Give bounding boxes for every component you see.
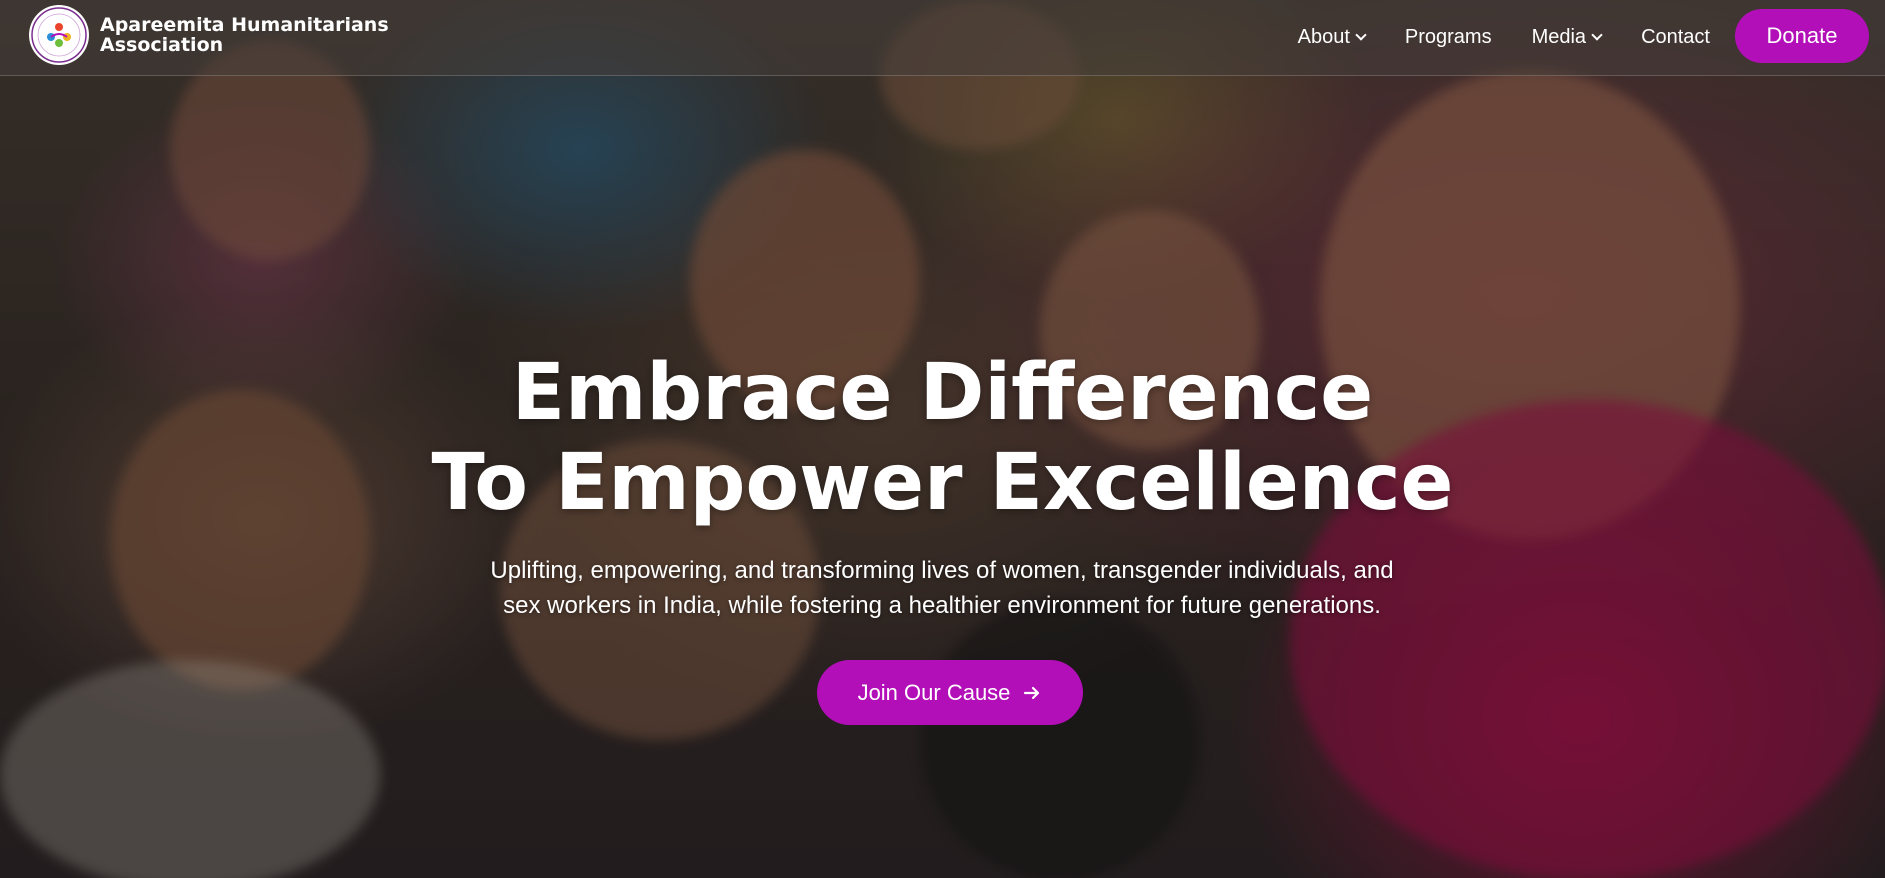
hero-subtitle-line1: Uplifting, empowering, and transforming … xyxy=(490,557,1394,584)
top-navbar: Apareemita Humanitarians Association Abo… xyxy=(0,0,1885,76)
brand-name-line1: Apareemita Humanitarians xyxy=(100,14,389,36)
hero-subtitle: Uplifting, empowering, and transforming … xyxy=(442,553,1442,623)
nav-programs-label: Programs xyxy=(1404,26,1492,48)
join-our-cause-button[interactable]: Join Our Cause xyxy=(817,660,1083,725)
nav-about-label: About xyxy=(1297,26,1350,48)
nav-media[interactable]: Media xyxy=(1531,26,1603,49)
hero-headline-line1: Embrace Difference xyxy=(511,348,1374,438)
hero-subtitle-line2: sex workers in India, while fostering a … xyxy=(503,592,1381,619)
hero-headline-line2: To Empower Excellence xyxy=(431,438,1454,528)
nav-media-label: Media xyxy=(1531,26,1587,48)
join-our-cause-label: Join Our Cause xyxy=(857,679,1011,705)
donate-button[interactable]: Donate xyxy=(1735,9,1869,63)
nav-contact[interactable]: Contact xyxy=(1641,26,1710,49)
hero-content: Embrace Difference To Empower Excellence… xyxy=(0,0,1885,878)
brand-name: Apareemita Humanitarians Association xyxy=(100,15,400,55)
nav-about[interactable]: About xyxy=(1297,26,1367,49)
brand-home-link[interactable]: Apareemita Humanitarians Association xyxy=(29,5,400,65)
chevron-down-icon xyxy=(1355,28,1367,41)
brand-name-line2: Association xyxy=(100,34,224,56)
nav-programs[interactable]: Programs xyxy=(1405,26,1492,49)
organization-logo-icon xyxy=(29,5,89,65)
chevron-down-icon xyxy=(1591,28,1603,41)
arrow-right-icon xyxy=(1024,686,1040,699)
hero-headline: Embrace Difference To Empower Excellence xyxy=(0,348,1885,528)
main-navigation: About Programs Media Contact xyxy=(1258,0,1710,75)
nav-contact-label: Contact xyxy=(1641,26,1710,48)
